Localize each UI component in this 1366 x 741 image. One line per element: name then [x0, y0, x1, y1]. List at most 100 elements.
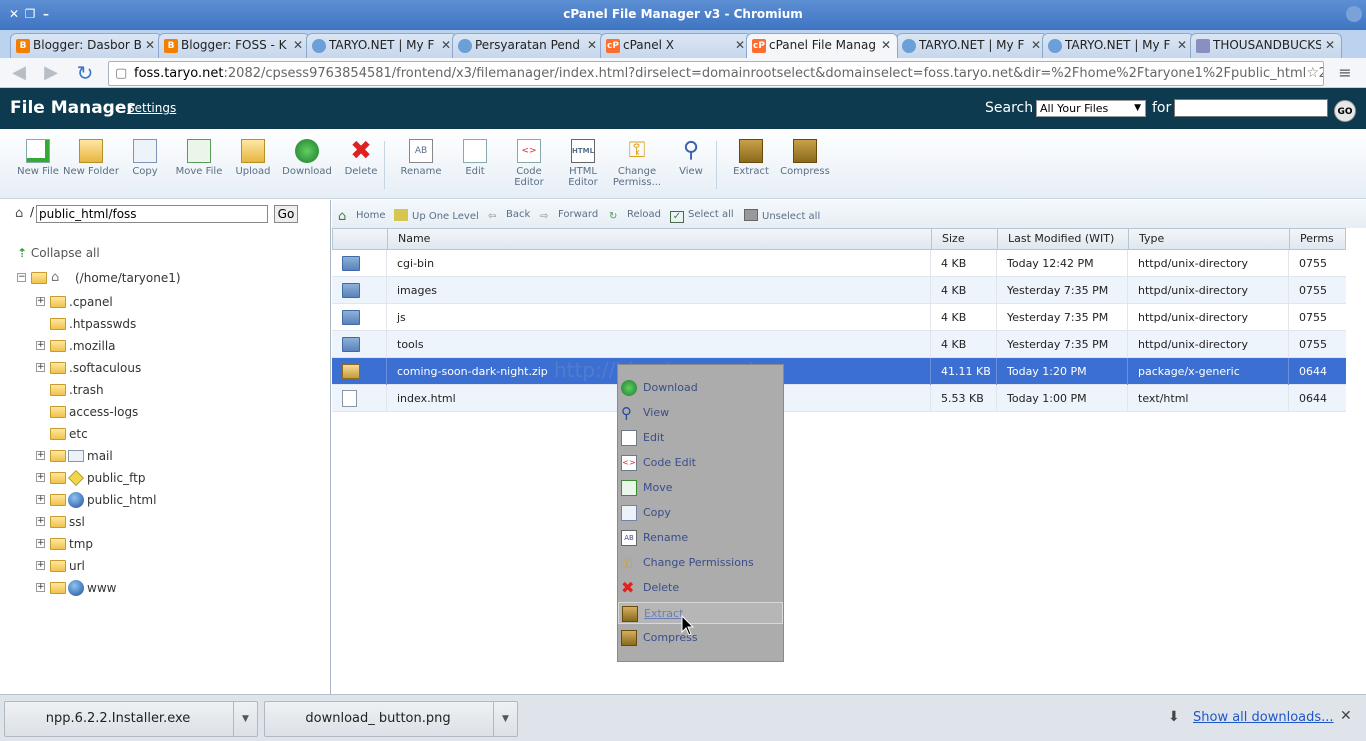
- tree-item[interactable]: + url: [36, 557, 296, 575]
- close-tab-icon[interactable]: ✕: [587, 34, 597, 56]
- browser-tab[interactable]: Persyaratan Pend ✕: [452, 33, 604, 58]
- url-bar[interactable]: ▢ foss.taryo.net:2082/cpsess9763854581/f…: [108, 61, 1324, 86]
- table-row[interactable]: images 4 KB Yesterday 7:35 PM httpd/unix-di…: [332, 277, 1346, 304]
- browser-tab[interactable]: cP cPanel X ✕: [600, 33, 752, 58]
- expand-icon[interactable]: +: [36, 297, 45, 306]
- close-tab-icon[interactable]: ✕: [735, 34, 745, 56]
- expand-icon[interactable]: +: [36, 363, 45, 372]
- expand-icon[interactable]: +: [36, 341, 45, 350]
- magnifier-tool-button[interactable]: ⚲ View: [663, 139, 719, 178]
- browser-tab[interactable]: TARYO.NET | My F ✕: [306, 33, 458, 58]
- context-menu-item-change-permissions[interactable]: ⚿ Change Permissions: [618, 552, 783, 574]
- expand-icon[interactable]: +: [36, 539, 45, 548]
- code-editor-tool-button[interactable]: <> Code Editor: [501, 139, 557, 188]
- tree-item[interactable]: + tmp: [36, 535, 296, 553]
- context-menu-item-copy[interactable]: Copy: [618, 502, 783, 524]
- context-menu-item-extract[interactable]: Extract: [618, 602, 783, 624]
- search-input[interactable]: [1174, 99, 1328, 117]
- table-row[interactable]: js 4 KB Yesterday 7:35 PM httpd/unix-direct…: [332, 304, 1346, 331]
- close-tab-icon[interactable]: ✕: [293, 34, 303, 56]
- browser-tab[interactable]: cP cPanel File Manag ✕: [746, 33, 898, 58]
- context-menu-item-delete[interactable]: ✖ Delete: [618, 577, 783, 599]
- browser-tab[interactable]: B Blogger: Dasbor B ✕: [10, 33, 162, 58]
- browser-tab[interactable]: TARYO.NET | My F ✕: [896, 33, 1048, 58]
- close-tab-icon[interactable]: ✕: [881, 34, 891, 56]
- table-row[interactable]: index.html 5.53 KB Today 1:00 PM text/html 0…: [332, 385, 1346, 412]
- tree-item[interactable]: + mail: [36, 447, 296, 465]
- tree-item[interactable]: .htpasswds: [36, 315, 296, 333]
- copy-tool-button[interactable]: Copy: [117, 139, 173, 177]
- forward-arrow-icon[interactable]: ▶: [40, 63, 62, 83]
- collapse-all-link[interactable]: ⇡ Collapse all: [17, 244, 100, 262]
- context-menu-item-compress[interactable]: Compress: [618, 627, 783, 649]
- expand-icon[interactable]: +: [36, 583, 45, 592]
- download-item[interactable]: npp.6.2.2.Installer.exe ▼: [4, 701, 258, 737]
- unselect-all-button[interactable]: Unselect all: [744, 209, 820, 222]
- chevron-down-icon[interactable]: ▼: [493, 702, 517, 736]
- path-go-button[interactable]: Go: [274, 205, 298, 223]
- download-tool-button[interactable]: Download: [279, 139, 335, 177]
- modified-column-header[interactable]: Last Modified (WIT): [997, 229, 1129, 249]
- context-menu-item-rename[interactable]: AB Rename: [618, 527, 783, 549]
- path-input[interactable]: public_html/foss: [36, 205, 268, 223]
- back-button[interactable]: ⇦ Back: [488, 209, 530, 223]
- edit-tool-button[interactable]: Edit: [447, 139, 503, 177]
- tree-item[interactable]: + .mozilla: [36, 337, 296, 355]
- search-go-button[interactable]: GO: [1334, 100, 1356, 122]
- expand-icon[interactable]: +: [36, 451, 45, 460]
- perms-column-header[interactable]: Perms: [1289, 229, 1345, 249]
- tree-item[interactable]: + public_html: [36, 491, 296, 509]
- tree-item[interactable]: + .cpanel: [36, 293, 296, 311]
- extract-tool-button[interactable]: Extract: [723, 139, 779, 177]
- browser-tab[interactable]: THOUSANDBUCKS ✕: [1190, 33, 1342, 58]
- close-tab-icon[interactable]: ✕: [1031, 34, 1041, 56]
- new-folder-tool-button[interactable]: New Folder: [63, 139, 119, 177]
- key-tool-button[interactable]: ⚿ Change Permiss...: [609, 139, 665, 189]
- home-nav-button[interactable]: ⌂ Home: [338, 209, 386, 224]
- tree-item[interactable]: + www: [36, 579, 296, 597]
- browser-tab[interactable]: B Blogger: FOSS - K ✕: [158, 33, 310, 58]
- reload-button[interactable]: ↻ Reload: [609, 209, 661, 223]
- context-menu-item-code-edit[interactable]: <> Code Edit: [618, 452, 783, 474]
- table-row[interactable]: tools 4 KB Yesterday 7:35 PM httpd/unix-dir…: [332, 331, 1346, 358]
- delete-tool-button[interactable]: ✖ Delete: [333, 138, 389, 177]
- collapse-icon[interactable]: −: [17, 273, 26, 282]
- tree-item[interactable]: access-logs: [36, 403, 296, 421]
- download-item[interactable]: download_ button.png ▼: [264, 701, 518, 737]
- browser-tab[interactable]: TARYO.NET | My F ✕: [1042, 33, 1194, 58]
- reload-icon[interactable]: ↻: [74, 63, 96, 83]
- close-tab-icon[interactable]: ✕: [1325, 34, 1335, 56]
- expand-icon[interactable]: +: [36, 473, 45, 482]
- tree-item[interactable]: etc: [36, 425, 296, 443]
- context-menu-item-edit[interactable]: Edit: [618, 427, 783, 449]
- show-all-downloads-link[interactable]: Show all downloads...: [1193, 710, 1334, 725]
- expand-icon[interactable]: +: [36, 561, 45, 570]
- search-scope-select[interactable]: All Your Files ▼: [1036, 100, 1146, 117]
- close-tab-icon[interactable]: ✕: [1177, 34, 1187, 56]
- settings-link[interactable]: Settings: [127, 101, 176, 115]
- back-arrow-icon[interactable]: ◀: [8, 63, 30, 83]
- tree-item[interactable]: + public_ftp: [36, 469, 296, 487]
- table-row[interactable]: coming-soon-dark-night.zip 41.11 KB Today …: [332, 358, 1346, 385]
- expand-icon[interactable]: +: [36, 517, 45, 526]
- context-menu-item-move[interactable]: Move: [618, 477, 783, 499]
- move-tool-button[interactable]: Move File: [171, 139, 227, 177]
- context-menu-item-view[interactable]: ⚲ View: [618, 402, 783, 424]
- tree-item[interactable]: + .softaculous: [36, 359, 296, 377]
- new-file-tool-button[interactable]: New File: [10, 139, 66, 177]
- chevron-down-icon[interactable]: ▼: [233, 702, 257, 736]
- select-all-button[interactable]: ✓ Select all: [670, 209, 734, 223]
- html-editor-tool-button[interactable]: HTML HTML Editor: [555, 139, 611, 188]
- table-row[interactable]: cgi-bin 4 KB Today 12:42 PM httpd/unix-dire…: [332, 250, 1346, 277]
- home-icon[interactable]: ⌂: [15, 206, 23, 221]
- name-column-header[interactable]: Name: [387, 229, 932, 249]
- expand-icon[interactable]: +: [36, 495, 45, 504]
- wrench-menu-icon[interactable]: ≡: [1334, 63, 1356, 83]
- close-tab-icon[interactable]: ✕: [441, 34, 451, 56]
- compress-tool-button[interactable]: Compress: [777, 139, 833, 177]
- tree-item[interactable]: .trash: [36, 381, 296, 399]
- tree-item[interactable]: + ssl: [36, 513, 296, 531]
- upload-tool-button[interactable]: Upload: [225, 139, 281, 177]
- type-column-header[interactable]: Type: [1128, 229, 1290, 249]
- close-icon[interactable]: ✕: [1340, 708, 1352, 724]
